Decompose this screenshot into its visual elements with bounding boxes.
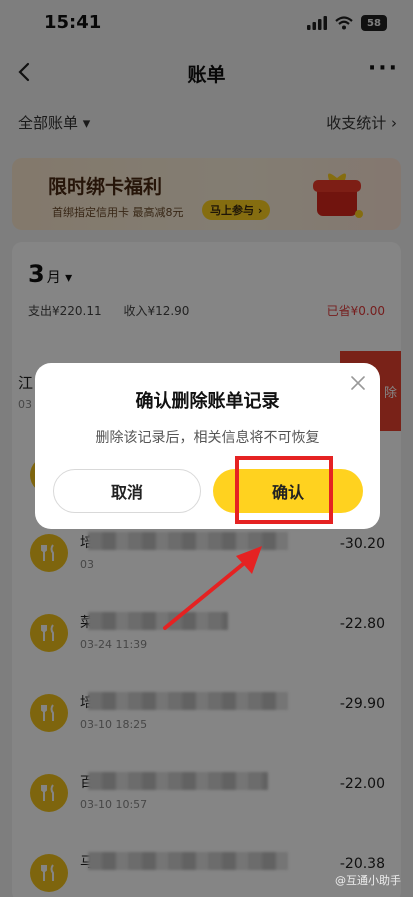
cancel-button[interactable]: 取消	[53, 469, 201, 513]
dialog-message: 删除该记录后，相关信息将不可恢复	[95, 430, 320, 446]
dialog-title: 确认删除账单记录	[135, 391, 280, 412]
annotation-highlight-box	[235, 456, 333, 524]
watermark: @互通小助手	[335, 874, 401, 887]
close-icon[interactable]	[348, 373, 368, 393]
